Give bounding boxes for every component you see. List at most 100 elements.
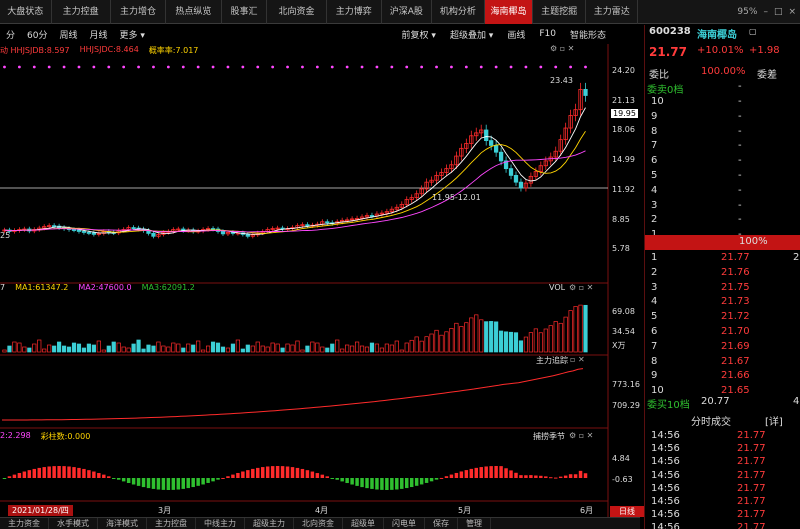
vol-ind-0: 7	[0, 283, 6, 292]
trade-time: 14:56	[651, 482, 680, 494]
volume-bar	[206, 345, 211, 353]
bottom-tab-6[interactable]: 北向资金	[294, 518, 343, 529]
volume-bar	[528, 332, 533, 353]
tab-5[interactable]: 北向资金	[267, 0, 327, 24]
axis-main-3: 14.99	[612, 155, 635, 164]
bottom-tab-3[interactable]: 主力控盘	[147, 518, 196, 529]
capture-bar	[17, 473, 22, 478]
tab-8[interactable]: 机构分析	[432, 0, 486, 24]
maximize-button[interactable]: □	[774, 7, 783, 17]
signal-dot	[539, 65, 543, 69]
capture-bar	[211, 478, 215, 482]
sell-lv: 3	[651, 199, 658, 211]
bottom-tab-10[interactable]: 管理	[458, 518, 491, 529]
volume-bar	[444, 331, 449, 353]
candles	[2, 82, 588, 239]
tab-4[interactable]: 股事汇	[222, 0, 268, 24]
sell-lv: 6	[651, 155, 658, 167]
volume-bar	[320, 346, 325, 353]
volume-bar	[548, 325, 553, 353]
volume-bar	[151, 345, 156, 353]
signal-stars	[3, 65, 587, 69]
bottom-tab-4[interactable]: 中线主力	[196, 518, 245, 529]
volume-bar	[364, 346, 370, 353]
axis-capture-0: 4.84	[612, 454, 630, 463]
tool-0[interactable]: 前复权 ▾	[402, 28, 436, 41]
signal-dot	[211, 65, 215, 69]
tab-3[interactable]: 热点纵览	[166, 0, 222, 24]
tab-1[interactable]: 主力控盘	[52, 0, 111, 24]
tab-2[interactable]: 主力增仓	[111, 0, 167, 24]
capture-title: 捕捞季节	[533, 432, 565, 441]
tool-2[interactable]: 画线	[507, 28, 525, 41]
tab-9[interactable]: 海南椰岛	[485, 0, 533, 24]
bottom-tab-7[interactable]: 超级单	[343, 518, 384, 529]
axis-main-6: 5.78	[612, 244, 630, 253]
tab-6[interactable]: 主力博弈	[327, 0, 382, 24]
timeframe-daily-button[interactable]: 日线	[610, 506, 644, 517]
bottom-tab-2[interactable]: 海洋模式	[98, 518, 147, 529]
capture-bar	[325, 476, 330, 478]
kline-chart[interactable]	[0, 44, 640, 517]
candle-body	[508, 168, 514, 176]
capture-bar	[568, 474, 573, 478]
capture-bar	[529, 475, 533, 478]
signal-dot	[226, 65, 230, 69]
bottom-tab-0[interactable]: 主力资金	[0, 518, 49, 529]
capture-bar	[375, 478, 379, 490]
minimize-button[interactable]: –	[763, 7, 768, 17]
period-toolbar: 分 60分 周线 月线 更多 ▾ 前复权 ▾ 超级叠加 ▾ 画线 F10 智能形态	[0, 25, 610, 43]
volume-bar	[265, 346, 270, 353]
close-button[interactable]: ×	[788, 7, 796, 17]
tool-3[interactable]: F10	[539, 29, 556, 39]
capture-bar	[549, 477, 553, 479]
capture-bar	[434, 478, 439, 480]
period-0[interactable]: 分	[0, 28, 21, 41]
sell-price: -	[738, 170, 742, 181]
buy-lv: 4	[651, 296, 658, 308]
bar-val: 100%	[739, 236, 768, 247]
sell-lv: 5	[651, 170, 658, 181]
trade-price: 21.77	[737, 522, 766, 529]
tab-11[interactable]: 主力雷达	[586, 0, 638, 24]
capture-bar	[385, 478, 389, 490]
period-4[interactable]: 更多 ▾	[114, 28, 151, 41]
candle-body	[498, 151, 504, 162]
volume-bar	[543, 328, 548, 353]
capture-bar	[7, 476, 12, 478]
capture-bar	[141, 478, 146, 488]
bottom-tab-1[interactable]: 水手模式	[49, 518, 98, 529]
volume-bar	[508, 331, 514, 353]
buy-footer: 委买10档 20.77 4	[645, 395, 800, 411]
tab-7[interactable]: 沪深A股	[382, 0, 432, 24]
capture-bar	[459, 471, 464, 478]
bottom-tab-5[interactable]: 超级主力	[245, 518, 294, 529]
capture-bar	[553, 477, 558, 479]
volume-bar	[295, 340, 300, 353]
volume-bar	[106, 345, 111, 353]
tab-0[interactable]: 大盘状态	[0, 0, 52, 24]
period-2[interactable]: 周线	[53, 28, 83, 41]
volume-bar	[419, 340, 424, 353]
bottom-tab-8[interactable]: 闪电单	[384, 518, 425, 529]
sell-header: 委卖0档 -	[645, 80, 800, 96]
note-icon[interactable]: ▢	[749, 27, 757, 36]
signal-dot	[420, 65, 424, 69]
trade-price: 21.77	[737, 430, 766, 441]
tool-4[interactable]: 智能形态	[570, 28, 606, 41]
buy-lv: 7	[651, 340, 658, 352]
tab-10[interactable]: 主题挖掘	[533, 0, 587, 24]
buy-vol: 2	[793, 252, 800, 263]
capture-bar	[231, 474, 235, 478]
signal-dot	[569, 65, 573, 69]
bottom-tab-9[interactable]: 保存	[425, 518, 458, 529]
capture-bar	[251, 468, 255, 478]
tool-1[interactable]: 超级叠加 ▾	[450, 28, 493, 41]
candle-body	[489, 140, 494, 146]
signal-dot	[3, 65, 6, 69]
capture-bar	[221, 477, 225, 479]
volume-bar	[250, 345, 255, 353]
capture-bar	[419, 478, 424, 485]
period-3[interactable]: 月线	[83, 28, 113, 41]
period-1[interactable]: 60分	[21, 28, 53, 41]
